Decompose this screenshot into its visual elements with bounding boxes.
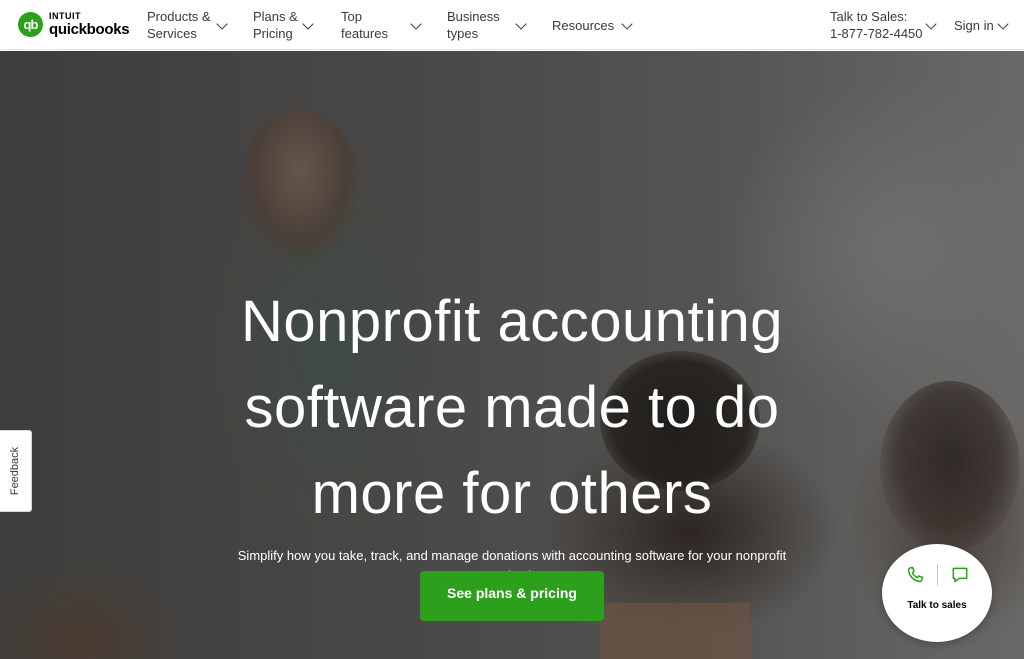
hero-section: Nonprofit accounting software made to do…	[0, 51, 1024, 659]
sign-in-label: Sign in	[954, 17, 994, 33]
site-header: qb INTUIT quickbooks Products & Services…	[0, 0, 1024, 50]
sign-in-button[interactable]: Sign in	[954, 0, 994, 50]
nav-business-line2: types	[447, 26, 479, 41]
nav-resources[interactable]: Resources	[552, 0, 614, 50]
chevron-down-icon[interactable]	[410, 18, 422, 30]
chevron-down-icon[interactable]	[621, 18, 633, 30]
nav-top-features[interactable]: Top features	[341, 0, 388, 50]
nav-talk-to-sales[interactable]: Talk to Sales: 1-877-782-4450	[830, 0, 923, 50]
nav-resources-label: Resources	[552, 17, 615, 33]
chevron-down-icon[interactable]	[216, 18, 228, 30]
chat-icon[interactable]	[950, 565, 970, 585]
feedback-label: Feedback	[9, 446, 22, 496]
qb-logo-icon: qb	[18, 12, 43, 37]
nav-features-line2: features	[341, 26, 388, 41]
divider	[936, 564, 938, 586]
hero-subtitle-line: Simplify how you take, track, and manage…	[237, 548, 787, 563]
nav-business-types[interactable]: Business types	[447, 0, 500, 50]
chevron-down-icon[interactable]	[925, 18, 937, 30]
hero-background-photo	[240, 111, 360, 261]
nav-products-line2: Services	[147, 26, 197, 41]
quickbooks-logo[interactable]: qb INTUIT quickbooks	[18, 12, 130, 37]
logo-wordmark: INTUIT quickbooks	[49, 11, 130, 38]
hero-title-line: software made to do	[244, 375, 780, 440]
nav-plans-pricing[interactable]: Plans & Pricing	[253, 0, 298, 50]
sales-label: Talk to Sales:	[830, 9, 908, 24]
nav-business-line1: Business	[447, 9, 500, 24]
sales-phone-number[interactable]: 1-877-782-4450	[830, 25, 923, 42]
logo-quickbooks-text: quickbooks	[49, 21, 130, 38]
nav-features-line1: Top	[341, 9, 362, 24]
feedback-tab[interactable]: Feedback	[0, 430, 32, 512]
logo-intuit-text: INTUIT	[49, 11, 81, 21]
see-plans-pricing-button[interactable]: See plans & pricing	[420, 571, 604, 621]
nav-products-line1: Products &	[147, 9, 211, 24]
logo-mark-text: qb	[23, 17, 39, 32]
nav-products-services[interactable]: Products & Services	[147, 0, 211, 50]
chevron-down-icon[interactable]	[515, 18, 527, 30]
hero-title-line: more for others	[311, 461, 713, 526]
hero-title: Nonprofit accounting software made to do…	[112, 279, 912, 537]
chevron-down-icon[interactable]	[302, 18, 314, 30]
talk-to-sales-widget[interactable]: Talk to sales	[882, 544, 992, 642]
nav-plans-line2: Pricing	[253, 26, 293, 41]
talk-to-sales-label: Talk to sales	[907, 600, 967, 611]
phone-icon[interactable]	[905, 565, 925, 585]
hero-title-line: Nonprofit accounting	[241, 289, 783, 354]
nav-plans-line1: Plans &	[253, 9, 298, 24]
chevron-down-icon[interactable]	[997, 18, 1009, 30]
hero-photo-box	[600, 603, 750, 659]
talk-icons	[882, 564, 992, 586]
